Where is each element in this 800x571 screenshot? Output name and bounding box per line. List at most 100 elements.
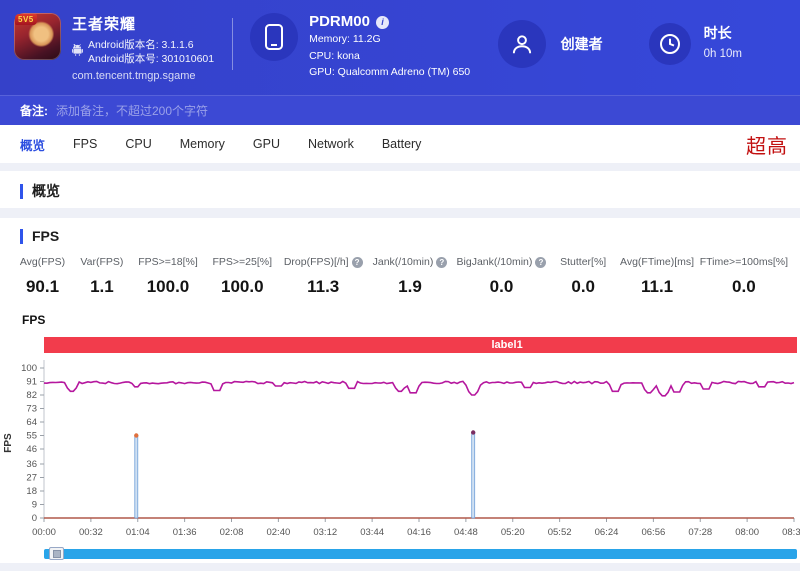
notes-input[interactable]: 备注: 添加备注，不超过200个字符 <box>0 95 800 125</box>
stat-var-fps: Var(FPS) 1.1 <box>73 256 131 297</box>
y-tick-label: 100 <box>21 363 37 374</box>
section-accent-bar <box>20 184 23 199</box>
stat-drop-fps-h: Drop(FPS)[/h]? 11.3 <box>279 256 367 297</box>
chart-label-text: label1 <box>492 339 523 351</box>
fps-stats-row: Avg(FPS)90.1Var(FPS)1.1FPS>=18[%]100.0FP… <box>0 254 800 297</box>
x-tick-label: 04:16 <box>407 527 431 538</box>
device-memory: Memory: 11.2G <box>309 31 470 48</box>
quality-tag: 超高 <box>746 130 788 159</box>
stat-fps-18: FPS>=18[%] 100.0 <box>131 256 205 297</box>
stat-value: 100.0 <box>131 277 205 297</box>
x-tick-label: 01:36 <box>173 527 197 538</box>
stat-value: 0.0 <box>453 277 550 297</box>
y-tick-label: 36 <box>26 459 37 470</box>
game-package: com.tencent.tmgp.sgame <box>72 70 214 82</box>
y-tick-label: 82 <box>26 390 37 401</box>
drop-spike-tip <box>134 433 138 437</box>
x-tick-label: 04:48 <box>454 527 478 538</box>
stat-value: 11.1 <box>616 277 697 297</box>
android-version-name: Android版本名: 3.1.1.6 <box>88 38 214 52</box>
x-tick-label: 00:00 <box>32 527 56 538</box>
tab-cpu[interactable]: CPU <box>125 137 151 151</box>
stat-fps-25: FPS>=25[%] 100.0 <box>205 256 279 297</box>
android-icon <box>72 43 83 61</box>
fps-line-series <box>44 381 794 395</box>
x-tick-label: 01:04 <box>126 527 150 538</box>
tab-bar: 概览 FPS CPU Memory GPU Network Battery 超高 <box>0 125 800 163</box>
stat-info-icon[interactable]: ? <box>352 257 363 268</box>
fps-section: FPS Avg(FPS)90.1 Var(FPS) 1.1 FPS>=18[%] 100… <box>0 218 800 563</box>
tab-network[interactable]: Network <box>308 137 354 151</box>
y-tick-label: 91 <box>26 377 37 388</box>
header-divider <box>232 18 233 70</box>
tab-fps[interactable]: FPS <box>73 137 97 151</box>
device-info-icon[interactable]: i <box>376 16 389 29</box>
x-tick-label: 05:20 <box>501 527 525 538</box>
stat-label: Jank(/10min) <box>373 256 434 268</box>
stat-label: Var(FPS) <box>80 256 123 268</box>
y-tick-label: 55 <box>26 431 37 442</box>
duration-label: 时长 <box>704 23 742 43</box>
fps-section-title: FPS <box>32 228 59 244</box>
overview-section-title: 概览 <box>32 181 60 201</box>
android-version-code: Android版本号: 301010601 <box>88 52 214 66</box>
y-tick-label: 9 <box>32 500 37 511</box>
game-info: 王者荣耀 Android版本名: 3.1.1.6 Android版本号: 301… <box>72 13 214 82</box>
x-tick-label: 03:12 <box>313 527 337 538</box>
stat-info-icon[interactable]: ? <box>535 257 546 268</box>
stat-label: Stutter[%] <box>560 256 606 268</box>
device-gpu: GPU: Qualcomm Adreno (TM) 650 <box>309 64 470 81</box>
stat-label: FPS>=25[%] <box>212 256 272 268</box>
x-tick-label: 08:32 <box>782 527 800 538</box>
notes-placeholder: 添加备注，不超过200个字符 <box>56 102 208 119</box>
x-tick-label: 08:00 <box>735 527 759 538</box>
y-tick-label: 73 <box>26 404 37 415</box>
session-header: 5V5 王者荣耀 Android版本名: 3.1.1.6 Android版本号:… <box>0 0 800 95</box>
tab-battery[interactable]: Battery <box>382 137 422 151</box>
perfdog-report-page: 5V5 王者荣耀 Android版本名: 3.1.1.6 Android版本号:… <box>0 0 800 563</box>
stat-value: 1.1 <box>73 277 131 297</box>
stat-bigjank-10min: BigJank(/10min)? 0.0 <box>453 256 550 297</box>
tab-gpu[interactable]: GPU <box>253 137 280 151</box>
drop-spike <box>472 433 475 519</box>
chart-scrollbar-handle[interactable] <box>49 547 64 560</box>
stat-value: 90.1 <box>12 277 73 297</box>
stat-info-icon[interactable]: ? <box>436 257 447 268</box>
stat-label: BigJank(/10min) <box>457 256 533 268</box>
y-axis-label: FPS <box>3 433 14 453</box>
stat-label: Drop(FPS)[/h] <box>284 256 349 268</box>
clock-icon <box>649 23 691 65</box>
x-tick-label: 02:08 <box>220 527 244 538</box>
x-tick-label: 06:24 <box>595 527 619 538</box>
device-info: PDRM00 i Memory: 11.2G CPU: kona GPU: Qu… <box>250 13 470 81</box>
drop-spike <box>135 436 138 519</box>
x-tick-label: 00:32 <box>79 527 103 538</box>
stat-avg-fps: Avg(FPS)90.1 <box>12 256 73 297</box>
y-tick-label: 18 <box>26 486 37 497</box>
stat-label: FPS>=18[%] <box>138 256 198 268</box>
tab-概览[interactable]: 概览 <box>20 135 45 154</box>
chart-scrollbar-track[interactable] <box>44 549 797 559</box>
tab-memory[interactable]: Memory <box>180 137 225 151</box>
x-tick-label: 07:28 <box>688 527 712 538</box>
creator-label: 创建者 <box>561 34 603 54</box>
stat-label: Avg(FTime)[ms] <box>620 256 694 268</box>
duration-block: 时长 0h 10m <box>649 23 742 65</box>
chart-label-banner[interactable]: label1 <box>44 337 797 353</box>
x-tick-label: 06:56 <box>641 527 665 538</box>
stat-jank-10min: Jank(/10min)?1.9 <box>367 256 453 297</box>
user-icon <box>498 20 546 68</box>
device-cpu: CPU: kona <box>309 48 470 65</box>
stat-label: FTime>=100ms[%] <box>700 256 788 268</box>
game-app-icon: 5V5 <box>14 13 61 60</box>
overview-section: 概览 <box>0 171 800 208</box>
y-tick-label: 27 <box>26 473 37 484</box>
y-tick-label: 64 <box>26 417 37 428</box>
stat-stutter: Stutter[%]0.0 <box>550 256 616 297</box>
stat-value: 11.3 <box>279 277 367 297</box>
stat-value: 0.0 <box>698 277 790 297</box>
stat-value: 100.0 <box>205 277 279 297</box>
stat-avg-ftime-ms: Avg(FTime)[ms] 11.1 <box>616 256 697 297</box>
notes-label: 备注: <box>20 102 48 119</box>
fps-chart[interactable]: 10091827364554636271890FPS00:0000:3201:0… <box>0 356 800 546</box>
